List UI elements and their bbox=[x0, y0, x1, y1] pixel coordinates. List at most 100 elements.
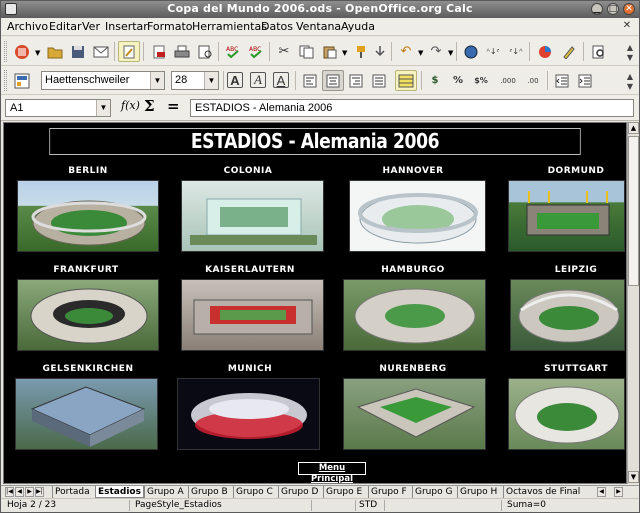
align-right-icon[interactable] bbox=[345, 70, 367, 91]
sheet-tab-octavos-de-final[interactable]: Octavos de Final bbox=[503, 486, 582, 498]
new-dropdown-icon[interactable]: ▼ bbox=[35, 49, 40, 57]
currency-format-icon[interactable]: $ bbox=[424, 70, 446, 91]
align-left-icon[interactable] bbox=[299, 70, 321, 91]
export-pdf-icon[interactable] bbox=[148, 41, 170, 62]
stadium-image-dormund[interactable] bbox=[508, 180, 625, 252]
sheet-tab-grupo-f[interactable]: Grupo F bbox=[368, 486, 409, 498]
page-preview-icon[interactable] bbox=[194, 41, 216, 62]
vertical-scrollbar[interactable]: ▲ ▼ bbox=[627, 122, 639, 484]
scroll-down-icon[interactable]: ▼ bbox=[628, 471, 639, 483]
name-box-dropdown-icon[interactable]: ▼ bbox=[96, 100, 110, 116]
italic-button[interactable]: A bbox=[250, 72, 266, 88]
decrease-indent-icon[interactable] bbox=[551, 70, 573, 91]
sheet-tab-grupo-d[interactable]: Grupo D bbox=[278, 486, 320, 498]
edit-file-icon[interactable] bbox=[118, 41, 140, 62]
find-replace-icon[interactable] bbox=[588, 41, 610, 62]
menu-formato[interactable]: Formato bbox=[147, 20, 193, 33]
underline-button[interactable]: A bbox=[273, 72, 289, 88]
font-name-box[interactable]: Haettenschweiler ▼ bbox=[41, 71, 165, 90]
stadium-image-berlin[interactable] bbox=[17, 180, 159, 252]
chart-icon[interactable] bbox=[534, 41, 556, 62]
tabs-scroll-right-icon[interactable]: ▶ bbox=[614, 487, 623, 497]
stadium-image-colonia[interactable] bbox=[181, 180, 324, 252]
name-box[interactable]: A1 ▼ bbox=[5, 99, 111, 117]
styles-formatting-icon[interactable] bbox=[11, 70, 33, 91]
percent-format-icon[interactable]: % bbox=[447, 70, 469, 91]
cut-icon[interactable]: ✂ bbox=[273, 41, 295, 62]
copy-icon[interactable] bbox=[296, 41, 318, 62]
sheet-tab-grupo-a[interactable]: Grupo A bbox=[144, 486, 186, 498]
merge-cells-icon[interactable] bbox=[395, 70, 417, 91]
sort-ascending-icon[interactable]: ᴬ↓ᶻ bbox=[482, 41, 504, 62]
toolbar-overflow-icon[interactable]: ▲ bbox=[627, 43, 633, 52]
save-icon[interactable] bbox=[67, 41, 89, 62]
draw-functions-icon[interactable] bbox=[558, 41, 580, 62]
email-icon[interactable] bbox=[90, 41, 112, 62]
menu-ventana[interactable]: Ventana bbox=[296, 20, 341, 33]
stadium-image-munich[interactable] bbox=[177, 378, 320, 450]
menu-datos[interactable]: Datos bbox=[261, 20, 293, 33]
sheet-tab-grupo-c[interactable]: Grupo C bbox=[233, 486, 275, 498]
redo-dropdown-icon[interactable]: ▼ bbox=[448, 49, 453, 57]
scroll-up-icon[interactable]: ▲ bbox=[628, 122, 639, 134]
paste-special-icon[interactable] bbox=[369, 41, 391, 62]
minimize-button[interactable]: ▁ bbox=[591, 3, 603, 15]
toolbar-overflow-icon[interactable]: ▼ bbox=[627, 82, 633, 91]
toolbar-overflow-icon[interactable]: ▲ bbox=[627, 72, 633, 81]
sheet-tab-estadios[interactable]: Estadios bbox=[95, 486, 144, 498]
status-page-style[interactable]: PageStyle_Estadios bbox=[135, 499, 222, 512]
sum-icon[interactable]: Σ bbox=[144, 97, 155, 115]
stadium-image-hannover[interactable] bbox=[349, 180, 486, 252]
sheet-tab-grupo-e[interactable]: Grupo E bbox=[323, 486, 364, 498]
formula-input[interactable]: ESTADIOS - Alemania 2006 bbox=[190, 99, 634, 117]
delete-decimal-icon[interactable]: .00 bbox=[522, 70, 544, 91]
function-icon[interactable]: = bbox=[167, 97, 180, 115]
paste-icon[interactable] bbox=[319, 41, 341, 62]
menu-archivo[interactable]: Archivo bbox=[7, 20, 48, 33]
stadium-image-nurenberg[interactable] bbox=[343, 378, 486, 450]
toolbar-grip[interactable] bbox=[4, 41, 7, 62]
bold-button[interactable]: A bbox=[227, 72, 243, 88]
sheet-tab-grupo-b[interactable]: Grupo B bbox=[188, 486, 230, 498]
next-sheet-icon[interactable]: ▶ bbox=[25, 487, 34, 497]
sort-descending-icon[interactable]: ᶻ↓ᴬ bbox=[505, 41, 527, 62]
standard-format-icon[interactable]: $% bbox=[470, 70, 492, 91]
stadium-image-hamburgo[interactable] bbox=[343, 279, 486, 351]
sheet-tab-grupo-g[interactable]: Grupo G bbox=[412, 486, 454, 498]
last-sheet-icon[interactable]: ▶| bbox=[35, 487, 44, 497]
increase-indent-icon[interactable] bbox=[574, 70, 596, 91]
undo-dropdown-icon[interactable]: ▼ bbox=[418, 49, 423, 57]
stadium-image-stuttgart[interactable] bbox=[508, 378, 625, 450]
menu-editar[interactable]: Editar bbox=[49, 20, 82, 33]
redo-icon[interactable]: ↷ bbox=[425, 41, 447, 62]
maximize-button[interactable]: □ bbox=[607, 3, 619, 15]
new-document-icon[interactable] bbox=[11, 41, 33, 62]
spreadsheet-grid[interactable]: ESTADIOS - Alemania 2006 BERLIN COLONIA … bbox=[3, 122, 627, 484]
menu-ayuda[interactable]: Ayuda bbox=[341, 20, 375, 33]
toolbar-overflow-icon[interactable]: ▼ bbox=[627, 53, 633, 62]
previous-sheet-icon[interactable]: ◀ bbox=[15, 487, 24, 497]
first-sheet-icon[interactable]: |◀ bbox=[5, 487, 14, 497]
paste-dropdown-icon[interactable]: ▼ bbox=[342, 49, 347, 57]
status-selection-mode[interactable]: STD bbox=[359, 499, 377, 512]
font-size-box[interactable]: 28 ▼ bbox=[171, 71, 219, 90]
align-center-icon[interactable] bbox=[322, 70, 344, 91]
open-folder-icon[interactable] bbox=[44, 41, 66, 62]
close-document-icon[interactable]: ✕ bbox=[621, 20, 633, 32]
print-icon[interactable] bbox=[171, 41, 193, 62]
font-size-dropdown-icon[interactable]: ▼ bbox=[204, 72, 218, 89]
sheet-tab-grupo-h[interactable]: Grupo H bbox=[457, 486, 499, 498]
menu-principal-link[interactable]: Menu Principal bbox=[298, 462, 366, 483]
function-wizard-icon[interactable]: f(x) bbox=[121, 99, 140, 112]
sheet-tab-portada[interactable]: Portada bbox=[52, 486, 92, 498]
stadium-image-frankfurt[interactable] bbox=[17, 279, 159, 351]
menu-ver[interactable]: Ver bbox=[82, 20, 100, 33]
spellcheck-icon[interactable]: ABC bbox=[222, 41, 244, 62]
stadium-image-gelsenkirchen[interactable] bbox=[15, 378, 158, 450]
menu-insertar[interactable]: Insertar bbox=[105, 20, 148, 33]
toolbar-grip[interactable] bbox=[4, 70, 7, 91]
stadium-image-leipzig[interactable] bbox=[510, 279, 625, 351]
add-decimal-icon[interactable]: .000 bbox=[497, 70, 519, 91]
undo-icon[interactable]: ↶ bbox=[395, 41, 417, 62]
autospellcheck-icon[interactable]: ABC bbox=[245, 41, 267, 62]
